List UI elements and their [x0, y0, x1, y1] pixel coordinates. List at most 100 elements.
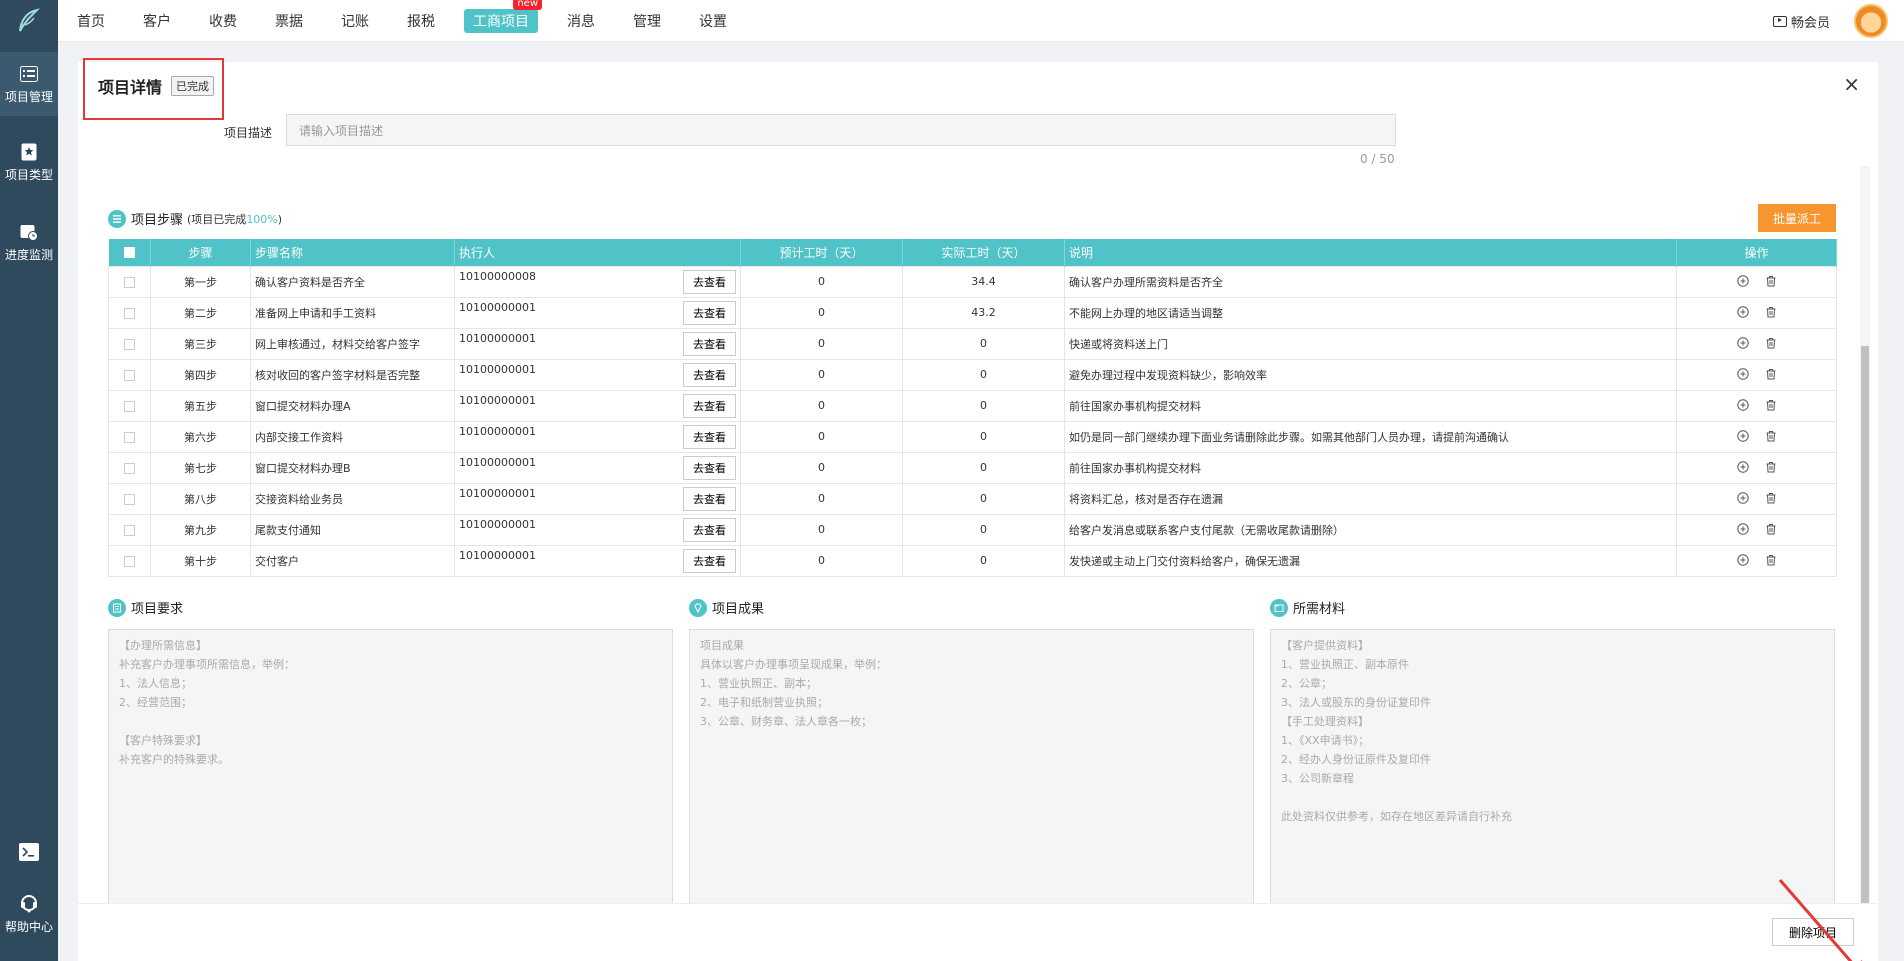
- executor-cell: 10100000001 去查看: [454, 451, 741, 484]
- row-checkbox[interactable]: [108, 296, 151, 329]
- delete-step-icon[interactable]: [1763, 397, 1779, 413]
- avatar[interactable]: [1854, 4, 1888, 38]
- actual-days-cell: 0: [902, 358, 1065, 391]
- column-header: 预计工时（天）: [740, 239, 903, 266]
- main-nav: 首页 客户 收费 票据 记账 报税 工商项目 new 消息 管理 设置: [58, 0, 746, 42]
- list-circle-icon: [108, 209, 126, 228]
- terminal-icon: [19, 842, 39, 862]
- row-checkbox[interactable]: [108, 544, 151, 577]
- view-button[interactable]: 去查看: [683, 455, 736, 480]
- view-button[interactable]: 去查看: [683, 300, 736, 325]
- nav-item-4[interactable]: 记账: [332, 9, 378, 33]
- nav-item-7[interactable]: 消息: [558, 9, 604, 33]
- step-cell: 第七步: [150, 451, 251, 484]
- project-description-input[interactable]: 请输入项目描述: [286, 114, 1396, 146]
- step-name-cell: 交付客户: [250, 544, 455, 577]
- add-step-icon[interactable]: [1735, 428, 1751, 444]
- delete-step-icon[interactable]: [1763, 335, 1779, 351]
- scrollbar[interactable]: [1860, 166, 1870, 961]
- note-cell: 前往国家办事机构提交材料: [1064, 389, 1677, 422]
- add-step-icon[interactable]: [1735, 273, 1751, 289]
- delete-step-icon[interactable]: [1763, 304, 1779, 320]
- list-icon: [19, 64, 39, 84]
- delete-step-icon[interactable]: [1763, 428, 1779, 444]
- nav-item-6[interactable]: 工商项目 new: [464, 0, 542, 33]
- row-checkbox[interactable]: [108, 451, 151, 484]
- view-button[interactable]: 去查看: [683, 486, 736, 511]
- add-step-icon[interactable]: [1735, 521, 1751, 537]
- close-icon[interactable]: ×: [1843, 72, 1860, 96]
- step-cell: 第五步: [150, 389, 251, 422]
- row-checkbox[interactable]: [108, 513, 151, 546]
- table-row: 第五步 窗口提交材料办理A 10100000001 去查看 0 0 前往国家办事机构提交材料: [108, 389, 1837, 422]
- step-name-cell: 核对收回的客户签字材料是否完整: [250, 358, 455, 391]
- delete-step-icon[interactable]: [1763, 552, 1779, 568]
- nav-item-8[interactable]: 管理: [624, 9, 670, 33]
- nav-item-3[interactable]: 票据: [266, 9, 312, 33]
- nav-item-0[interactable]: 首页: [68, 9, 114, 33]
- view-button[interactable]: 去查看: [683, 362, 736, 387]
- row-checkbox[interactable]: [108, 420, 151, 453]
- view-button[interactable]: 去查看: [683, 331, 736, 356]
- delete-project-button[interactable]: 删除项目: [1772, 918, 1854, 946]
- required-materials-textarea[interactable]: 【客户提供资料】 1、营业执照正、副本原件 2、公章； 3、法人或股东的身份证复…: [1270, 629, 1835, 919]
- progress-prefix: (项目已完成: [187, 212, 247, 226]
- nav-item-9[interactable]: 设置: [690, 9, 736, 33]
- add-step-icon[interactable]: [1735, 304, 1751, 320]
- project-requirements-textarea[interactable]: 【办理所需信息】 补充客户办理事项所需信息，举例： 1、法人信息； 2、经营范围…: [108, 629, 673, 919]
- actions-cell: [1676, 482, 1837, 515]
- executor-cell: 10100000008 去查看: [454, 265, 741, 298]
- scrollbar-thumb[interactable]: [1861, 346, 1869, 906]
- delete-step-icon[interactable]: [1763, 273, 1779, 289]
- add-step-icon[interactable]: [1735, 366, 1751, 382]
- executor-id: 10100000001: [459, 300, 536, 314]
- nav-item-1[interactable]: 客户: [134, 9, 180, 33]
- executor-id: 10100000001: [459, 548, 536, 562]
- delete-step-icon[interactable]: [1763, 459, 1779, 475]
- section-title-text: 所需材料: [1293, 602, 1346, 617]
- add-step-icon[interactable]: [1735, 397, 1751, 413]
- terminal-button[interactable]: [0, 842, 58, 866]
- sidebar-item-progress-monitor[interactable]: 进度监测: [0, 222, 58, 263]
- view-button[interactable]: 去查看: [683, 393, 736, 418]
- note-cell: 给客户发消息或联系客户支付尾款（无需收尾款请删除）: [1064, 513, 1677, 546]
- add-step-icon[interactable]: [1735, 552, 1751, 568]
- row-checkbox[interactable]: [108, 265, 151, 298]
- project-results-textarea[interactable]: 项目成果 具体以客户办理事项呈现成果，举例： 1、营业执照正、副本； 2、电子和…: [689, 629, 1254, 919]
- nav-item-label: 客户: [143, 14, 171, 30]
- sidebar-item-project-type[interactable]: 项目类型: [0, 142, 58, 183]
- bookmark-star-icon: [19, 142, 39, 162]
- sidebar-item-help-center[interactable]: 帮助中心: [0, 894, 58, 935]
- executor-id: 10100000001: [459, 393, 536, 407]
- nav-item-2[interactable]: 收费: [200, 9, 246, 33]
- add-step-icon[interactable]: [1735, 490, 1751, 506]
- steps-table: 步骤 步骤名称 执行人 预计工时（天） 实际工时（天） 说明 操作 第一步 确认客…: [108, 239, 1837, 577]
- select-all-checkbox[interactable]: [108, 239, 151, 266]
- row-checkbox[interactable]: [108, 327, 151, 360]
- feather-logo-icon: [19, 8, 41, 32]
- row-checkbox[interactable]: [108, 358, 151, 391]
- row-checkbox[interactable]: [108, 482, 151, 515]
- view-button[interactable]: 去查看: [683, 269, 736, 294]
- delete-step-icon[interactable]: [1763, 521, 1779, 537]
- executor-cell: 10100000001 去查看: [454, 358, 741, 391]
- calendar-clock-icon: [19, 222, 39, 242]
- delete-step-icon[interactable]: [1763, 366, 1779, 382]
- sidebar-item-project-management[interactable]: 项目管理: [0, 52, 58, 116]
- view-button[interactable]: 去查看: [683, 517, 736, 542]
- delete-step-icon[interactable]: [1763, 490, 1779, 506]
- column-header: 步骤: [150, 239, 251, 266]
- row-checkbox[interactable]: [108, 389, 151, 422]
- add-step-icon[interactable]: [1735, 459, 1751, 475]
- add-step-icon[interactable]: [1735, 335, 1751, 351]
- nav-item-5[interactable]: 报税: [398, 9, 444, 33]
- actual-days-cell: 0: [902, 389, 1065, 422]
- note-cell: 不能网上办理的地区请适当调整: [1064, 296, 1677, 329]
- member-link[interactable]: 畅会员: [1772, 12, 1830, 31]
- view-button[interactable]: 去查看: [683, 424, 736, 449]
- batch-assign-button[interactable]: 批量派工: [1758, 204, 1836, 232]
- app-logo[interactable]: [0, 0, 58, 42]
- step-name-cell: 尾款支付通知: [250, 513, 455, 546]
- executor-cell: 10100000001 去查看: [454, 513, 741, 546]
- view-button[interactable]: 去查看: [683, 548, 736, 573]
